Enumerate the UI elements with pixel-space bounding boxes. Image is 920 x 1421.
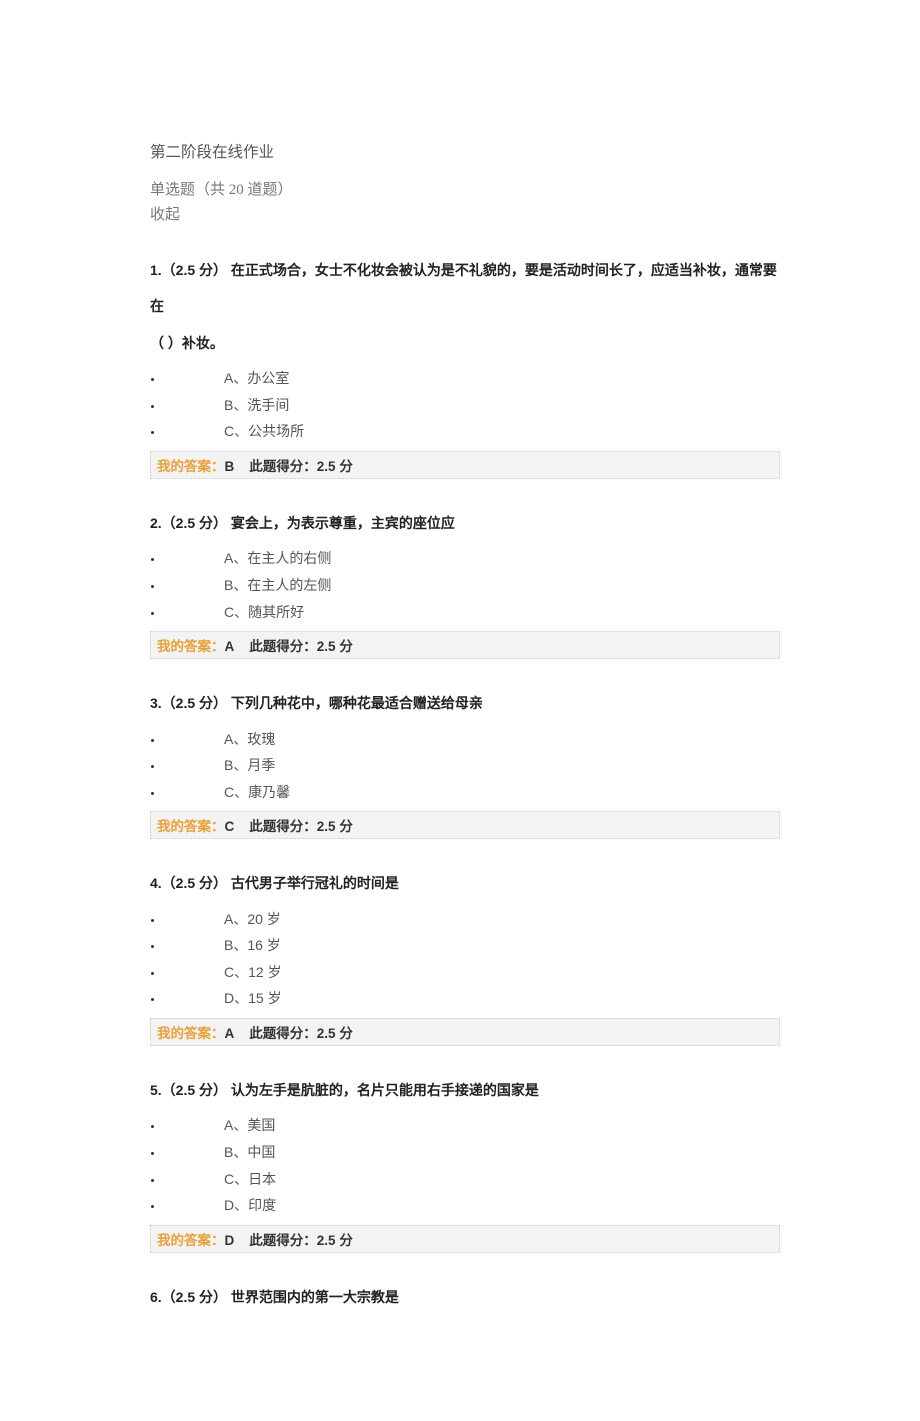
answer-row: 我的答案：A 此题得分：2.5 分 xyxy=(150,631,780,659)
spacer xyxy=(238,459,246,474)
score-suffix: 分 xyxy=(336,639,353,654)
score-value: 2.5 xyxy=(317,819,336,834)
answer-label: 我的答案： xyxy=(157,819,225,834)
spacer xyxy=(238,819,246,834)
score-prefix: 此题得分： xyxy=(249,459,317,474)
answer-row: 我的答案：A 此题得分：2.5 分 xyxy=(150,1018,780,1046)
option-a[interactable]: A、20 岁 xyxy=(164,906,780,933)
score-suffix: 分 xyxy=(336,819,353,834)
option-a[interactable]: A、美国 xyxy=(164,1112,780,1139)
question-text-line2: （ ）补妆。 xyxy=(150,325,780,361)
question-number: 1.（2.5 分） xyxy=(150,262,227,278)
question-text: 6.（2.5 分） 世界范围内的第一大宗教是 xyxy=(150,1279,780,1315)
question-number: 2.（2.5 分） xyxy=(150,515,227,531)
answer-label: 我的答案： xyxy=(157,1233,225,1248)
option-b[interactable]: B、在主人的左侧 xyxy=(164,572,780,599)
question-2: 2.（2.5 分） 宴会上，为表示尊重，主宾的座位应 A、在主人的右侧 B、在主… xyxy=(150,505,780,659)
score-value: 2.5 xyxy=(317,1233,336,1248)
option-d[interactable]: D、印度 xyxy=(164,1192,780,1219)
options-list: A、在主人的右侧 B、在主人的左侧 C、随其所好 xyxy=(150,545,780,625)
score-suffix: 分 xyxy=(336,1026,353,1041)
answer-value: A xyxy=(225,639,235,654)
score-suffix: 分 xyxy=(336,1233,353,1248)
option-d[interactable]: D、15 岁 xyxy=(164,985,780,1012)
option-a[interactable]: A、玫瑰 xyxy=(164,726,780,753)
score-value: 2.5 xyxy=(317,1026,336,1041)
answer-value: C xyxy=(225,819,235,834)
score-value: 2.5 xyxy=(317,459,336,474)
score-value: 2.5 xyxy=(317,639,336,654)
question-body: 古代男子举行冠礼的时间是 xyxy=(227,875,399,891)
question-number: 5.（2.5 分） xyxy=(150,1082,227,1098)
question-5: 5.（2.5 分） 认为左手是肮脏的，名片只能用右手接递的国家是 A、美国 B、… xyxy=(150,1072,780,1253)
option-b[interactable]: B、月季 xyxy=(164,752,780,779)
answer-label: 我的答案： xyxy=(157,459,225,474)
collapse-toggle[interactable]: 收起 xyxy=(150,203,780,224)
question-text: 2.（2.5 分） 宴会上，为表示尊重，主宾的座位应 xyxy=(150,505,780,541)
option-c[interactable]: C、公共场所 xyxy=(164,418,780,445)
question-text: 5.（2.5 分） 认为左手是肮脏的，名片只能用右手接递的国家是 xyxy=(150,1072,780,1108)
question-body: 在正式场合，女士不化妆会被认为是不礼貌的，要是活动时间长了，应适当补妆，通常要在 xyxy=(150,262,777,314)
question-type-header: 单选题（共 20 道题） xyxy=(150,178,780,199)
options-list: A、美国 B、中国 C、日本 D、印度 xyxy=(150,1112,780,1218)
question-number: 6.（2.5 分） xyxy=(150,1289,227,1305)
question-body: 世界范围内的第一大宗教是 xyxy=(227,1289,399,1305)
option-a[interactable]: A、办公室 xyxy=(164,365,780,392)
answer-value: D xyxy=(225,1233,235,1248)
answer-label: 我的答案： xyxy=(157,1026,225,1041)
question-number: 3.（2.5 分） xyxy=(150,695,227,711)
answer-row: 我的答案：D 此题得分：2.5 分 xyxy=(150,1225,780,1253)
question-text: 4.（2.5 分） 古代男子举行冠礼的时间是 xyxy=(150,865,780,901)
option-c[interactable]: C、随其所好 xyxy=(164,599,780,626)
score-prefix: 此题得分： xyxy=(249,1026,317,1041)
question-body: 宴会上，为表示尊重，主宾的座位应 xyxy=(227,515,455,531)
spacer xyxy=(238,1233,246,1248)
question-text: 3.（2.5 分） 下列几种花中，哪种花最适合赠送给母亲 xyxy=(150,685,780,721)
page-title: 第二阶段在线作业 xyxy=(150,140,780,162)
question-3: 3.（2.5 分） 下列几种花中，哪种花最适合赠送给母亲 A、玫瑰 B、月季 C… xyxy=(150,685,780,839)
options-list: A、20 岁 B、16 岁 C、12 岁 D、15 岁 xyxy=(150,906,780,1012)
question-body: 认为左手是肮脏的，名片只能用右手接递的国家是 xyxy=(227,1082,539,1098)
question-text: 1.（2.5 分） 在正式场合，女士不化妆会被认为是不礼貌的，要是活动时间长了，… xyxy=(150,252,780,325)
spacer xyxy=(238,639,246,654)
score-prefix: 此题得分： xyxy=(249,819,317,834)
answer-row: 我的答案：C 此题得分：2.5 分 xyxy=(150,811,780,839)
question-body: 下列几种花中，哪种花最适合赠送给母亲 xyxy=(227,695,483,711)
option-c[interactable]: C、日本 xyxy=(164,1166,780,1193)
option-b[interactable]: B、中国 xyxy=(164,1139,780,1166)
question-4: 4.（2.5 分） 古代男子举行冠礼的时间是 A、20 岁 B、16 岁 C、1… xyxy=(150,865,780,1046)
option-b[interactable]: B、16 岁 xyxy=(164,932,780,959)
question-1: 1.（2.5 分） 在正式场合，女士不化妆会被认为是不礼貌的，要是活动时间长了，… xyxy=(150,252,780,479)
answer-value: B xyxy=(225,459,235,474)
page-container: 第二阶段在线作业 单选题（共 20 道题） 收起 1.（2.5 分） 在正式场合… xyxy=(0,0,920,1421)
options-list: A、办公室 B、洗手间 C、公共场所 xyxy=(150,365,780,445)
score-prefix: 此题得分： xyxy=(249,639,317,654)
options-list: A、玫瑰 B、月季 C、康乃馨 xyxy=(150,726,780,806)
option-c[interactable]: C、12 岁 xyxy=(164,959,780,986)
answer-row: 我的答案：B 此题得分：2.5 分 xyxy=(150,451,780,479)
answer-value: A xyxy=(225,1026,235,1041)
question-6: 6.（2.5 分） 世界范围内的第一大宗教是 xyxy=(150,1279,780,1315)
option-b[interactable]: B、洗手间 xyxy=(164,392,780,419)
answer-label: 我的答案： xyxy=(157,639,225,654)
option-c[interactable]: C、康乃馨 xyxy=(164,779,780,806)
spacer xyxy=(238,1026,246,1041)
question-number: 4.（2.5 分） xyxy=(150,875,227,891)
score-prefix: 此题得分： xyxy=(249,1233,317,1248)
score-suffix: 分 xyxy=(336,459,353,474)
option-a[interactable]: A、在主人的右侧 xyxy=(164,545,780,572)
